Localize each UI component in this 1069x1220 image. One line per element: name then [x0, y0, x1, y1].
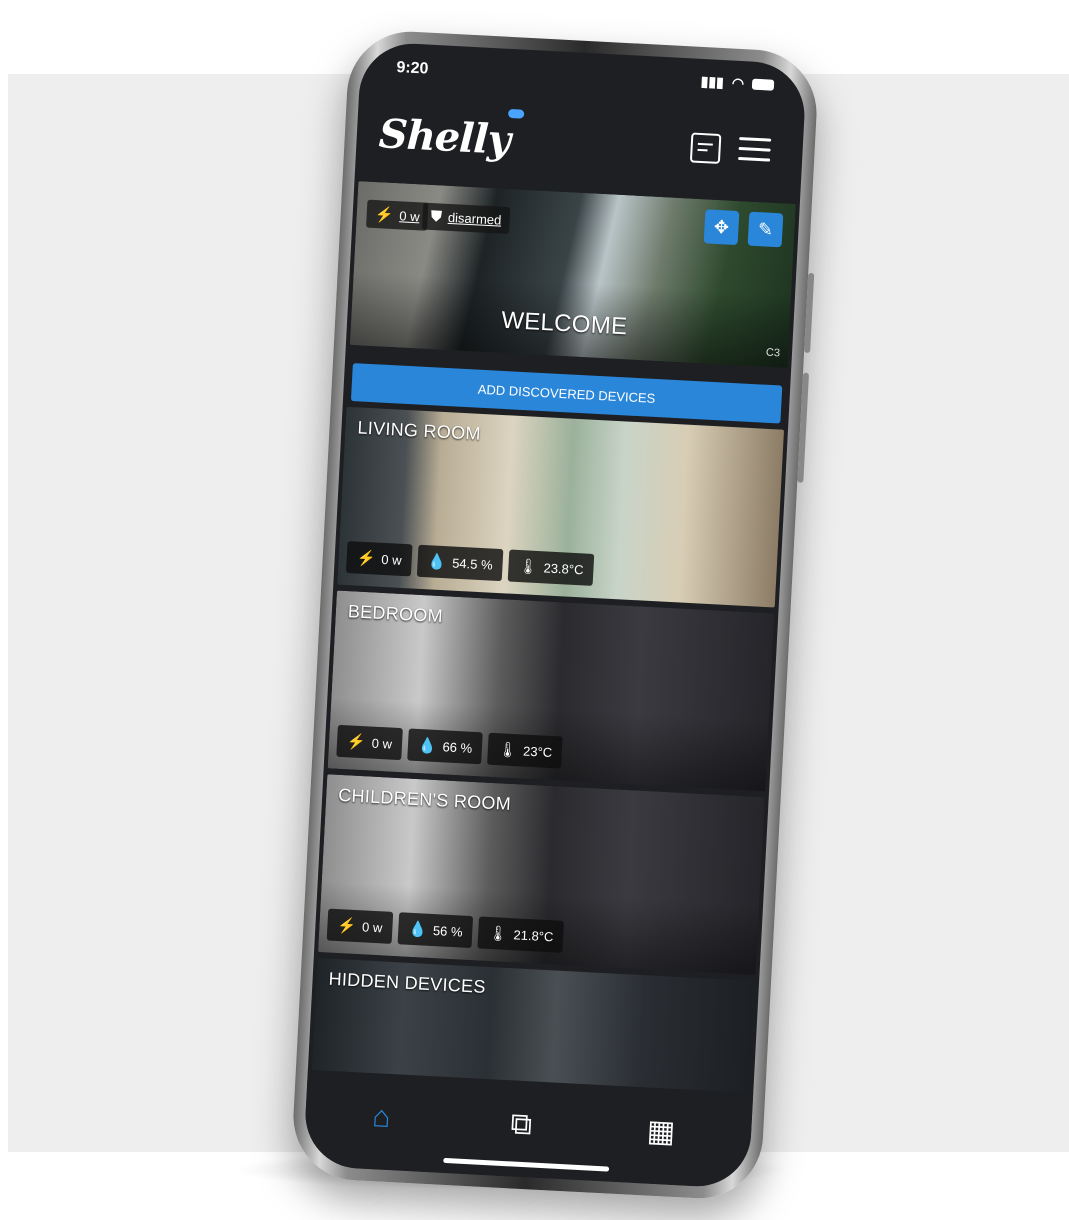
room-sensors: ⚡ 0 w 💧 54.5 % 🌡 23.8°C: [345, 541, 595, 586]
wifi-icon: ◠: [731, 74, 745, 92]
room-sensors: ⚡ 0 w 💧 66 % 🌡 23°C: [336, 724, 563, 769]
welcome-card[interactable]: ⚡ 0 w ⛊ disarmed ✥ ✎ WELCOME C3: [349, 181, 796, 368]
temperature-chip[interactable]: 🌡 23.8°C: [507, 549, 595, 586]
screen: 9:20 ▮▮▮ ◠ Shelly ⚡ 0 w ⛊ disarmed ✥ ✎ W…: [302, 41, 808, 1189]
humidity-chip[interactable]: 💧 66 %: [407, 728, 484, 765]
home-indicator[interactable]: [443, 1157, 610, 1172]
shield-icon: ⛊: [430, 207, 443, 226]
room-title: HIDDEN DEVICES: [328, 968, 487, 997]
tab-scenes-icon[interactable]: ▦: [640, 1113, 682, 1151]
humidity-chip[interactable]: 💧 54.5 %: [416, 544, 504, 582]
tab-devices-icon[interactable]: ⧉: [500, 1106, 542, 1144]
hamburger-menu-icon[interactable]: [738, 135, 772, 165]
app-logo: Shelly: [377, 110, 512, 164]
edit-button[interactable]: ✎: [747, 211, 784, 248]
thermometer-icon: 🌡: [497, 741, 518, 760]
lightning-icon: ⚡: [337, 917, 357, 936]
droplet-icon: 💧: [417, 737, 438, 755]
chat-icon[interactable]: [689, 132, 722, 165]
status-time: 9:20: [395, 58, 429, 78]
thermometer-icon: 🌡: [518, 558, 539, 577]
room-sensors: ⚡ 0 w 💧 56 % 🌡 21.8°C: [326, 908, 565, 953]
lightning-icon: ⚡: [356, 549, 376, 568]
camera-label: C3: [765, 346, 781, 360]
status-icons: ▮▮▮ ◠: [700, 72, 775, 94]
room-title: BEDROOM: [347, 601, 444, 627]
tab-rooms-icon[interactable]: ⌂: [361, 1099, 403, 1137]
temperature-chip[interactable]: 🌡 21.8°C: [477, 916, 565, 953]
battery-icon: [751, 78, 775, 91]
droplet-icon: 💧: [427, 553, 447, 572]
lightning-icon: ⚡: [374, 206, 394, 224]
phone: 9:20 ▮▮▮ ◠ Shelly ⚡ 0 w ⛊ disarmed ✥ ✎ W…: [290, 28, 820, 1202]
security-badge[interactable]: ⛊ disarmed: [421, 202, 511, 235]
signal-icon: ▮▮▮: [700, 72, 725, 91]
power-badge[interactable]: ⚡ 0 w: [366, 199, 429, 231]
edit-icon: ✎: [757, 218, 774, 240]
power-chip[interactable]: ⚡ 0 w: [336, 724, 403, 761]
power-chip[interactable]: ⚡ 0 w: [345, 541, 413, 577]
room-card-bedroom[interactable]: BEDROOM ⚡ 0 w 💧 66 % 🌡 23°C: [327, 590, 775, 792]
move-arrows-icon: ✥: [713, 216, 730, 238]
room-title: LIVING ROOM: [357, 417, 482, 444]
phone-frame: 9:20 ▮▮▮ ◠ Shelly ⚡ 0 w ⛊ disarmed ✥ ✎ W…: [290, 28, 820, 1202]
power-chip[interactable]: ⚡ 0 w: [326, 908, 394, 944]
droplet-icon: 💧: [407, 920, 428, 939]
room-card-living-room[interactable]: LIVING ROOM ⚡ 0 w 💧 54.5 % 🌡 23.8°C: [337, 406, 785, 608]
lightning-icon: ⚡: [346, 733, 367, 752]
move-button[interactable]: ✥: [703, 209, 740, 246]
humidity-chip[interactable]: 💧 56 %: [397, 912, 474, 949]
cloud-icon: [507, 108, 525, 119]
room-card-childrens-room[interactable]: CHILDREN'S ROOM ⚡ 0 w 💧 56 % 🌡 21.8°C: [318, 774, 765, 975]
temperature-chip[interactable]: 🌡 23°C: [487, 732, 563, 769]
thermometer-icon: 🌡: [488, 924, 508, 943]
welcome-title: WELCOME: [500, 306, 628, 341]
room-title: CHILDREN'S ROOM: [337, 784, 512, 814]
